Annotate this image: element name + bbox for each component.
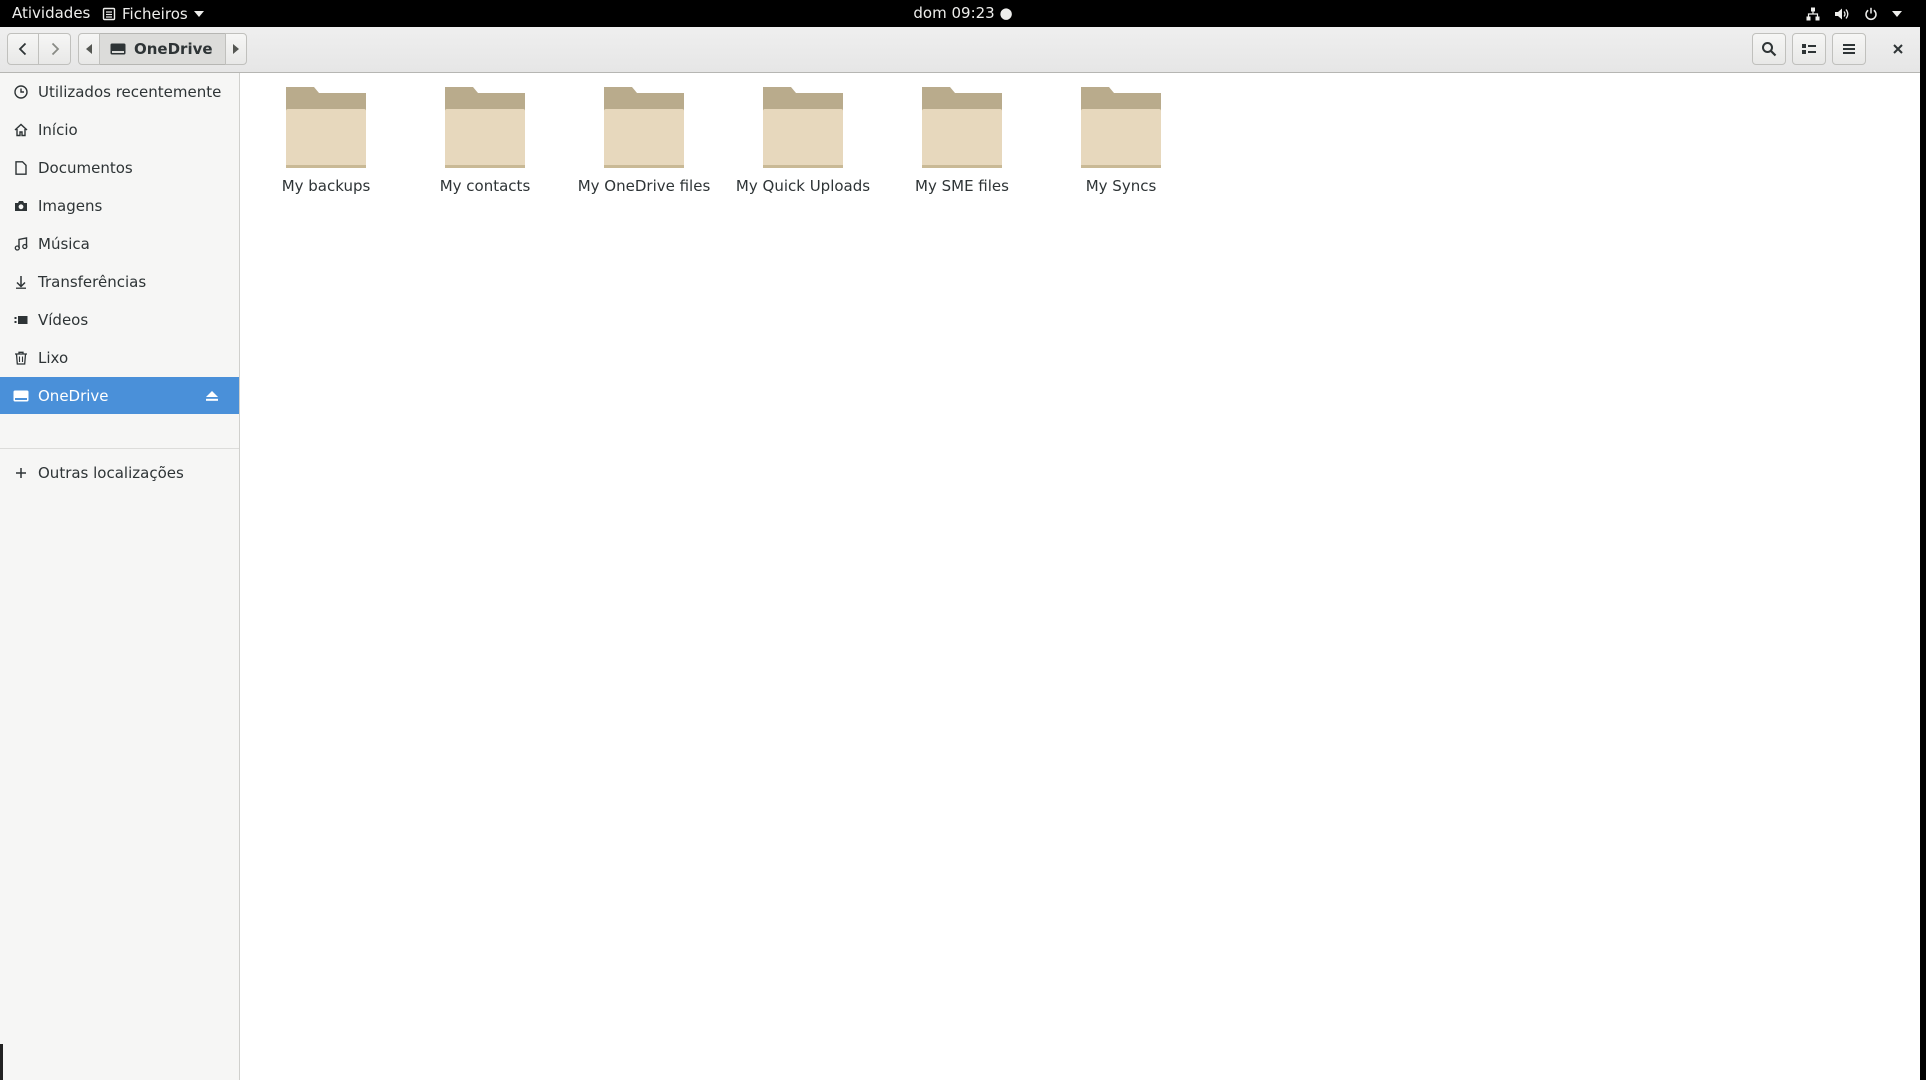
clock-area: dom 09:23 ● — [0, 0, 1926, 27]
sidebar-item-label: Outras localizações — [38, 463, 184, 482]
drive-icon — [13, 388, 29, 404]
screen-edge — [1920, 27, 1926, 1080]
status-area[interactable] — [1806, 0, 1902, 27]
folder-item[interactable]: My SME files — [887, 85, 1037, 205]
menu-button[interactable] — [1832, 33, 1866, 65]
path-bar: OneDrive — [78, 33, 247, 65]
folder-icon — [1081, 87, 1161, 168]
chevron-left-icon — [18, 42, 27, 56]
chevron-down-icon — [1892, 10, 1902, 17]
folder-item[interactable]: My contacts — [410, 85, 560, 205]
clock-icon — [13, 84, 29, 100]
header-bar: OneDrive — [0, 27, 1920, 73]
sidebar-item-label: OneDrive — [38, 386, 109, 405]
download-icon — [13, 274, 29, 290]
list-view-icon — [1802, 44, 1816, 54]
folder-icon — [286, 87, 366, 168]
sidebar-item-recent[interactable]: Utilizados recentemente — [0, 73, 239, 110]
folder-item[interactable]: My backups — [251, 85, 401, 205]
sidebar-item-downloads[interactable]: Transferências — [0, 263, 239, 300]
notification-dot-icon: ● — [994, 4, 1013, 22]
drive-icon — [110, 43, 126, 55]
sidebar-item-label: Música — [38, 234, 90, 253]
view-mode-button[interactable] — [1792, 33, 1826, 65]
sidebar-item-label: Utilizados recentemente — [38, 82, 222, 101]
sidebar-item-pictures[interactable]: Imagens — [0, 187, 239, 224]
forward-button[interactable] — [39, 33, 71, 65]
sidebar-item-label: Imagens — [38, 196, 103, 215]
sidebar-item-trash[interactable]: Lixo — [0, 339, 239, 376]
eject-icon[interactable] — [205, 388, 219, 406]
trash-icon — [13, 350, 29, 366]
folder-item[interactable]: My OneDrive files — [569, 85, 719, 205]
triangle-right-icon — [232, 44, 239, 54]
folder-icon — [445, 87, 525, 168]
close-button[interactable] — [1882, 33, 1914, 65]
folder-item[interactable]: My Quick Uploads — [728, 85, 878, 205]
home-icon — [13, 122, 29, 138]
folder-name: My backups — [281, 177, 371, 195]
camera-icon — [13, 198, 29, 214]
chevron-down-icon — [193, 10, 204, 17]
plus-icon — [13, 465, 29, 481]
sidebar-item-documents[interactable]: Documentos — [0, 149, 239, 186]
sidebar-item-music[interactable]: Música — [0, 225, 239, 262]
folder-icon — [604, 87, 684, 168]
clock[interactable]: dom 09:23 ● — [913, 4, 1012, 22]
app-menu[interactable]: Ficheiros — [102, 0, 204, 27]
document-icon — [13, 160, 29, 176]
activities-button[interactable]: Atividades — [12, 0, 90, 27]
music-icon — [13, 236, 29, 252]
path-scroll-left-button[interactable] — [78, 33, 100, 65]
sidebar-item-label: Início — [38, 120, 78, 139]
app-menu-label: Ficheiros — [122, 4, 188, 23]
sidebar-item-other-locations[interactable]: Outras localizações — [0, 454, 239, 491]
folder-icon — [763, 87, 843, 168]
clock-text: dom 09:23 — [913, 4, 995, 22]
folder-name: My SME files — [915, 177, 1009, 195]
folder-name: My contacts — [439, 177, 531, 195]
sidebar-item-videos[interactable]: Vídeos — [0, 301, 239, 338]
hamburger-icon — [1843, 44, 1855, 54]
folder-name: My OneDrive files — [577, 177, 711, 195]
volume-icon — [1835, 8, 1849, 19]
search-icon — [1762, 42, 1777, 57]
sidebar-item-onedrive[interactable]: OneDrive — [0, 377, 239, 414]
sidebar-item-label: Lixo — [38, 348, 69, 367]
top-bar: Atividades Ficheiros dom 09:23 ● — [0, 0, 1926, 27]
folder-item[interactable]: My Syncs — [1046, 85, 1196, 205]
video-icon — [13, 312, 29, 328]
file-view[interactable]: My backups My contacts My OneDrive files — [240, 73, 1920, 1080]
folder-name: My Syncs — [1085, 177, 1157, 195]
sidebar-item-home[interactable]: Início — [0, 111, 239, 148]
chevron-right-icon — [51, 42, 59, 56]
places-sidebar: Utilizados recentemente Início Documento… — [0, 73, 240, 1080]
triangle-left-icon — [86, 44, 92, 54]
path-button-onedrive[interactable]: OneDrive — [100, 33, 225, 65]
folder-icon — [922, 87, 1002, 168]
files-window: OneDrive Utilizados recentemente Início … — [0, 27, 1920, 1080]
sidebar-item-label: Documentos — [38, 158, 133, 177]
folder-name: My Quick Uploads — [735, 177, 871, 195]
power-icon — [1865, 7, 1877, 20]
path-scroll-right-button[interactable] — [224, 33, 247, 65]
navigation-buttons — [7, 33, 71, 65]
sidebar-item-label: Transferências — [38, 272, 147, 291]
search-button[interactable] — [1752, 33, 1786, 65]
path-button-label: OneDrive — [134, 40, 213, 58]
desktop-corner — [0, 1044, 3, 1080]
sidebar-separator — [0, 448, 239, 449]
close-icon — [1893, 44, 1903, 54]
sidebar-item-label: Vídeos — [38, 310, 89, 329]
files-app-icon — [102, 7, 116, 20]
network-icon — [1806, 7, 1820, 20]
back-button[interactable] — [7, 33, 39, 65]
